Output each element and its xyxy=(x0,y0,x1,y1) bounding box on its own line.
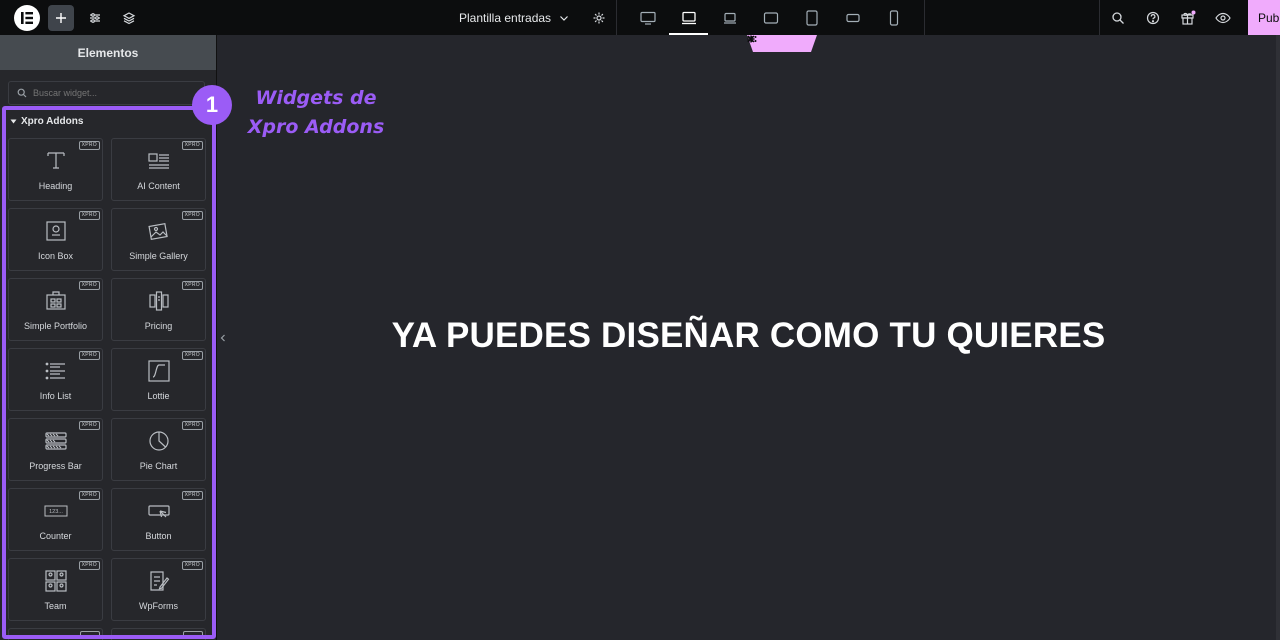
top-toolbar: Plantilla entradas Publicar xyxy=(0,0,1280,35)
annotation-line-2: Xpro Addons xyxy=(247,116,385,138)
help-icon[interactable] xyxy=(1135,0,1170,35)
toolbar-right: Publicar xyxy=(1099,0,1280,35)
chevron-down-icon xyxy=(560,15,568,21)
annotation-number-badge: 1 xyxy=(192,85,232,125)
search-icon xyxy=(17,88,27,98)
highlight-box xyxy=(2,106,216,639)
mobile-icon[interactable] xyxy=(873,0,914,35)
elementor-logo-icon[interactable] xyxy=(14,4,40,31)
search-icon[interactable] xyxy=(1100,0,1135,35)
search-input[interactable] xyxy=(33,88,193,98)
section-handle[interactable] xyxy=(747,35,817,52)
panel-tab-elements[interactable]: Elementos xyxy=(0,35,216,70)
canvas-heading[interactable]: YA PUEDES DISEÑAR COMO TU QUIERES xyxy=(217,316,1280,356)
desktop-icon[interactable] xyxy=(627,0,668,35)
gift-whats-new-icon[interactable] xyxy=(1170,0,1205,35)
preview-eye-icon[interactable] xyxy=(1205,0,1240,35)
page-settings-gear-icon[interactable] xyxy=(581,0,616,35)
publish-button[interactable]: Publicar xyxy=(1248,0,1280,35)
mobile-landscape-icon[interactable] xyxy=(832,0,873,35)
canvas-scrollbar[interactable] xyxy=(1276,35,1280,640)
widget-search[interactable] xyxy=(8,81,205,105)
laptop-icon-active[interactable] xyxy=(668,0,709,35)
toolbar-left xyxy=(0,0,217,35)
toolbar-center: Plantilla entradas xyxy=(447,0,926,35)
structure-layers-icon[interactable] xyxy=(116,5,142,31)
close-icon[interactable] xyxy=(747,35,755,43)
page-selector-label: Plantilla entradas xyxy=(459,10,552,25)
site-settings-icon[interactable] xyxy=(82,5,108,31)
annotation-line-1: Widgets de xyxy=(255,87,377,109)
divider xyxy=(924,0,926,35)
laptop-small-icon[interactable] xyxy=(709,0,750,35)
annotation-text: Widgets de Xpro Addons xyxy=(246,84,386,142)
responsive-device-switcher xyxy=(617,0,914,35)
add-element-button[interactable] xyxy=(48,4,74,31)
tablet-landscape-icon[interactable] xyxy=(750,0,791,35)
page-selector[interactable]: Plantilla entradas xyxy=(447,0,581,35)
tablet-icon[interactable] xyxy=(791,0,832,35)
elements-panel: Elementos Xpro Addons XPRO Heading XPRO … xyxy=(0,35,217,640)
